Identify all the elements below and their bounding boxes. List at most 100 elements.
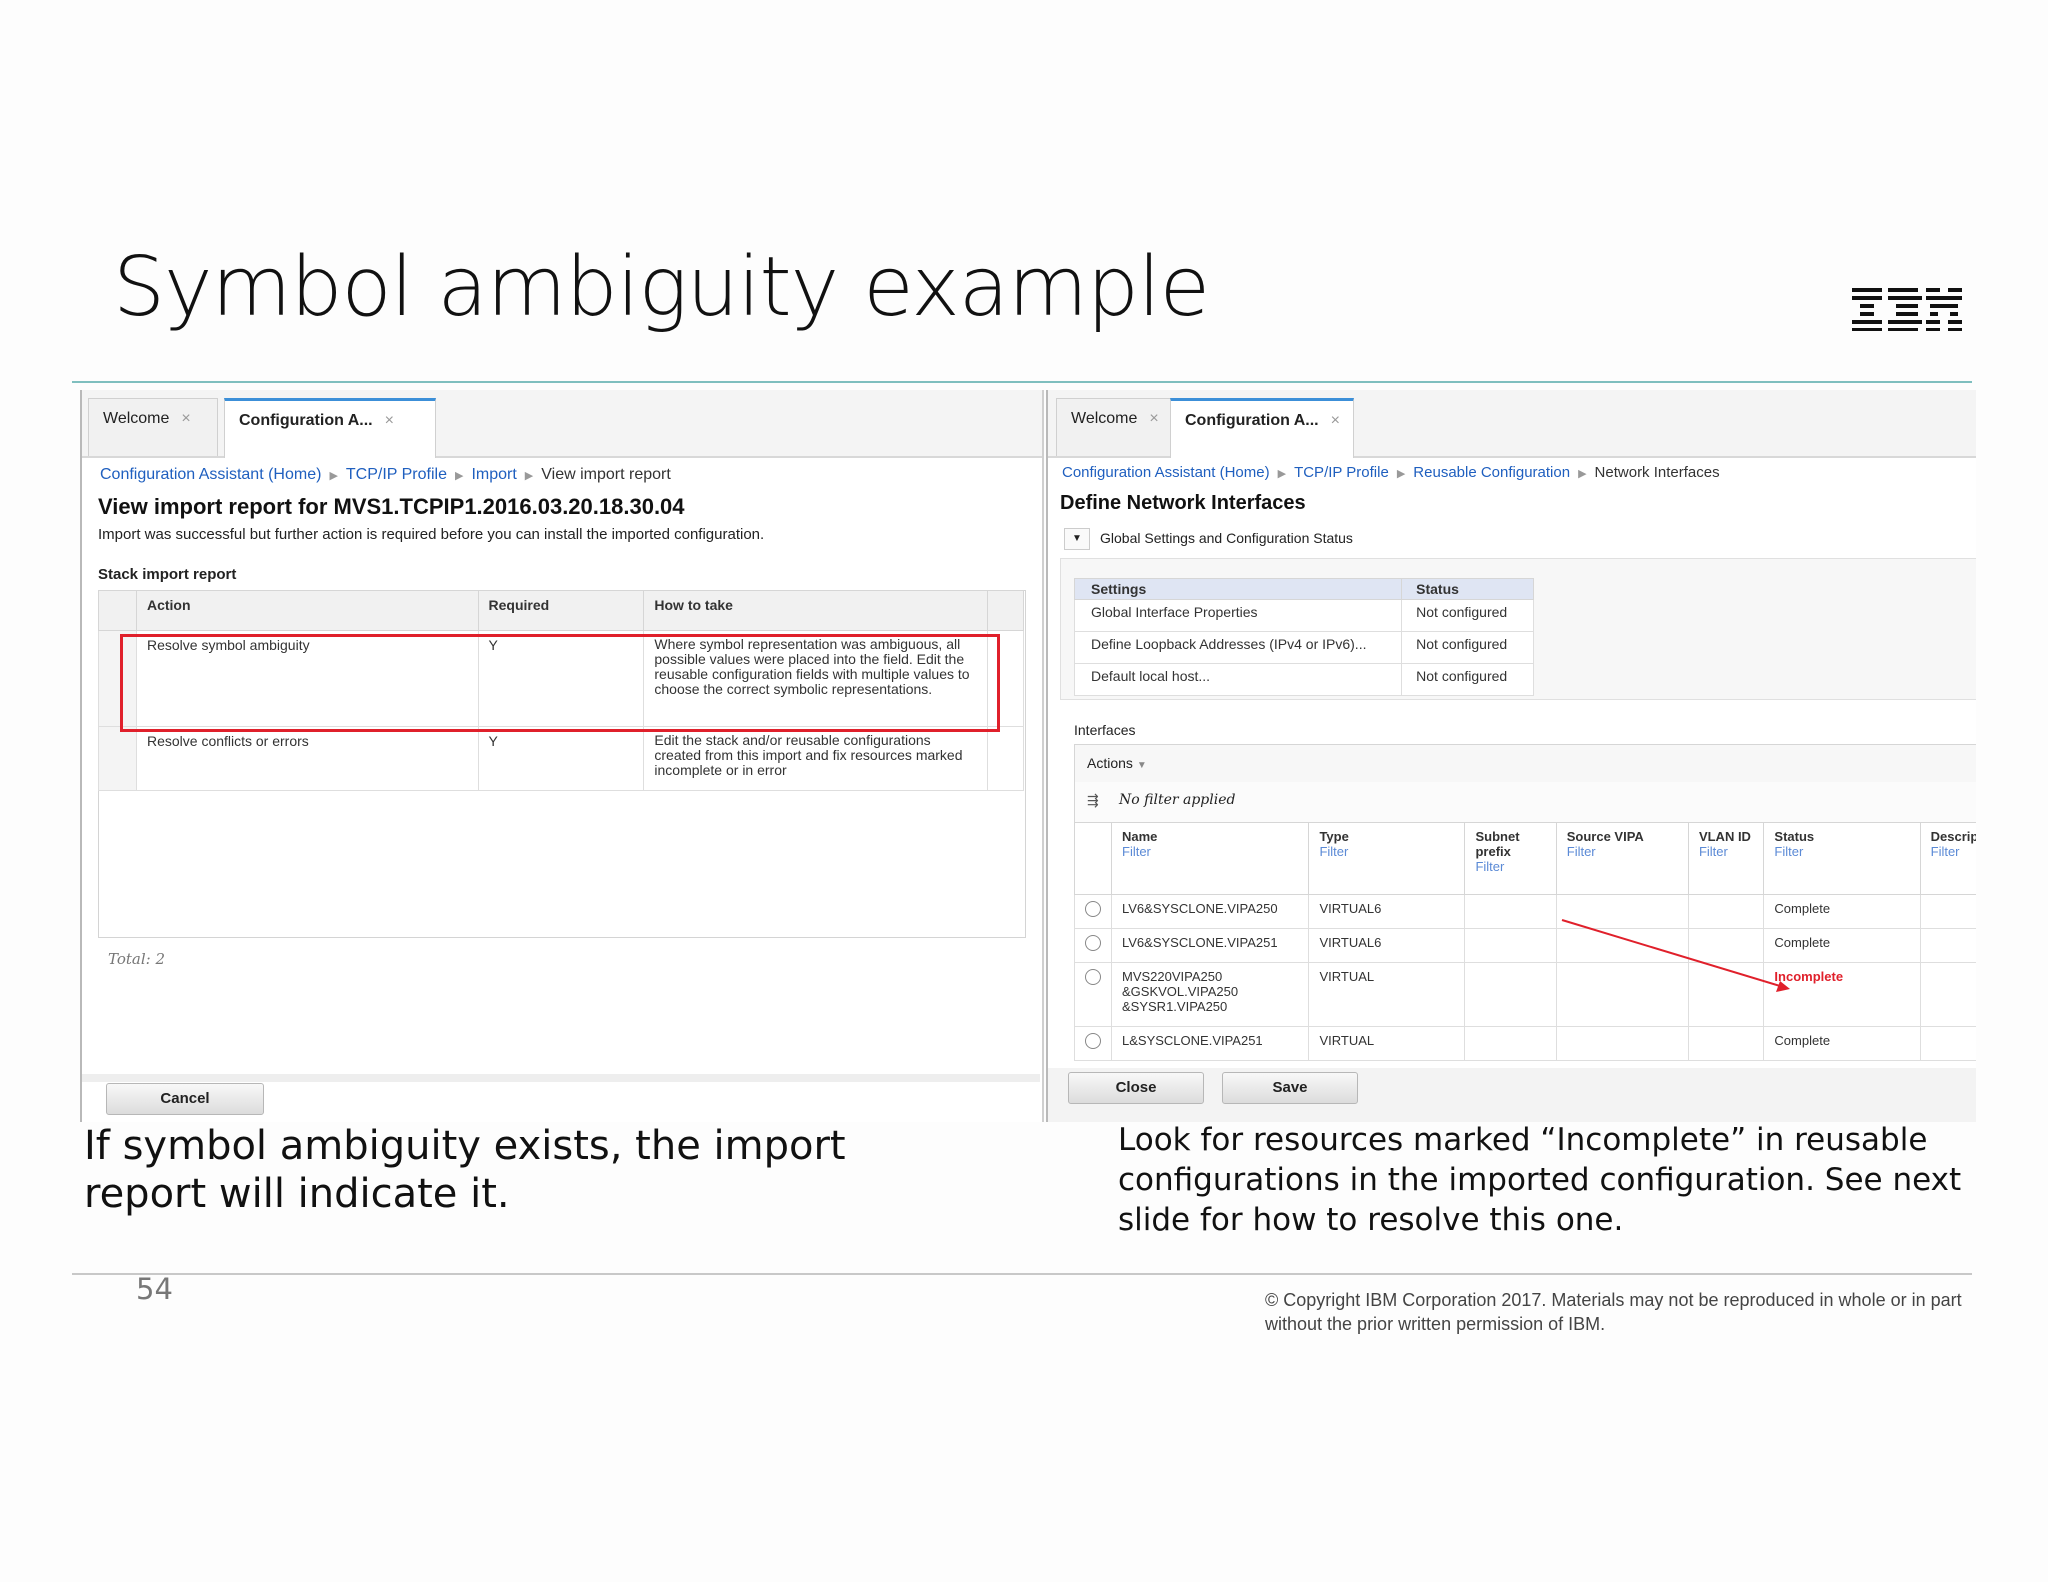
column-header-vlan-id[interactable]: VLAN ID Filter — [1687, 822, 1765, 895]
filter-icon[interactable]: ⇶ — [1087, 792, 1099, 809]
collapse-toggle-icon[interactable]: ▼ — [1064, 528, 1090, 550]
action-cell: Resolve conflicts or errors — [135, 726, 479, 791]
page-heading: View import report for MVS1.TCPIP1.2016.… — [98, 494, 685, 519]
breadcrumb-import-link[interactable]: Import — [471, 466, 516, 483]
column-header-status[interactable]: Status Filter — [1763, 822, 1921, 895]
row-radio[interactable] — [1085, 1033, 1101, 1049]
interface-type: VIRTUAL6 — [1308, 928, 1466, 963]
red-arrow-annotation — [1561, 919, 1790, 992]
description-cell — [1919, 894, 1976, 929]
how-cell: Edit the stack and/or reusable configura… — [643, 726, 989, 791]
filter-bar: ⇶ No filter applied — [1074, 782, 1976, 823]
filter-link[interactable]: Filter — [1699, 844, 1753, 859]
define-loopback-addresses-link[interactable]: Define Loopback Addresses (IPv4 or IPv6)… — [1073, 631, 1403, 664]
table-row: Define Loopback Addresses (IPv4 or IPv6)… — [1073, 631, 1534, 664]
column-header-required[interactable]: Required — [477, 590, 645, 631]
description-cell — [1919, 928, 1976, 963]
column-header-how[interactable]: How to take — [643, 590, 989, 631]
total-count: Total: 2 — [108, 950, 166, 968]
column-header-subnet-prefix[interactable]: Subnet prefix Filter — [1464, 822, 1557, 895]
default-local-host-link[interactable]: Default local host... — [1073, 663, 1403, 696]
filter-link[interactable]: Filter — [1475, 859, 1545, 874]
interface-type: VIRTUAL — [1308, 1026, 1466, 1061]
row-radio-cell[interactable] — [1074, 928, 1112, 963]
row-radio[interactable] — [1085, 935, 1101, 951]
filter-link[interactable]: Filter — [1567, 844, 1678, 859]
close-button[interactable]: Close — [1068, 1072, 1204, 1104]
breadcrumb-home-link[interactable]: Configuration Assistant (Home) — [100, 466, 321, 483]
column-header-status: Status — [1401, 578, 1534, 600]
row-radio-cell[interactable] — [1074, 962, 1112, 1027]
filter-link[interactable]: Filter — [1319, 844, 1454, 859]
actions-menu[interactable]: Actions ▼ — [1087, 755, 1147, 771]
table-row[interactable]: MVS220VIPA250 &GSKVOL.VIPA250 &SYSR1.VIP… — [1074, 962, 1976, 1027]
row-radio-cell[interactable] — [1074, 894, 1112, 929]
interface-name-link[interactable]: MVS220VIPA250 &GSKVOL.VIPA250 &SYSR1.VIP… — [1110, 962, 1310, 1027]
table-row[interactable]: L&SYSCLONE.VIPA251 VIRTUAL Complete — [1074, 1026, 1976, 1061]
interface-name-link[interactable]: LV6&SYSCLONE.VIPA250 — [1110, 894, 1310, 929]
tab-configuration-assistant[interactable]: Configuration A... × — [224, 398, 436, 458]
actions-label: Actions — [1087, 755, 1133, 771]
filter-link[interactable]: Filter — [1931, 844, 1976, 859]
column-title: VLAN ID — [1698, 829, 1751, 844]
save-button[interactable]: Save — [1222, 1072, 1358, 1104]
table-row[interactable]: LV6&SYSCLONE.VIPA250 VIRTUAL6 Complete — [1074, 894, 1976, 929]
column-header-source-vipa[interactable]: Source VIPA Filter — [1555, 822, 1689, 895]
close-icon[interactable]: × — [181, 410, 190, 427]
slide-title: Symbol ambiguity example — [113, 240, 1210, 335]
row-radio-cell[interactable] — [1074, 1026, 1112, 1061]
description-cell — [1919, 962, 1976, 1027]
breadcrumb-reusable-link[interactable]: Reusable Configuration — [1413, 464, 1570, 481]
breadcrumb-tcpip-link[interactable]: TCP/IP Profile — [346, 466, 447, 483]
table-row[interactable]: LV6&SYSCLONE.VIPA251 VIRTUAL6 Complete — [1074, 928, 1976, 963]
row-radio[interactable] — [1085, 901, 1101, 917]
chevron-right-icon: ▶ — [1277, 468, 1287, 480]
column-header-settings: Settings — [1073, 578, 1403, 600]
tab-configuration-assistant[interactable]: Configuration A... × — [1170, 398, 1354, 458]
breadcrumb-home-link[interactable]: Configuration Assistant (Home) — [1062, 464, 1270, 481]
breadcrumb: Configuration Assistant (Home) ▶ TCP/IP Pr… — [1062, 464, 1720, 481]
interface-name-link[interactable]: L&SYSCLONE.VIPA251 — [1110, 1026, 1310, 1061]
title-divider — [72, 381, 1972, 383]
settings-table: Settings Status Global Interface Propert… — [1073, 578, 1534, 696]
caption-left: If symbol ambiguity exists, the import r… — [84, 1123, 846, 1217]
table-row[interactable]: Resolve conflicts or errors Y Edit the s… — [98, 726, 1024, 791]
chevron-right-icon: ▶ — [454, 470, 464, 482]
breadcrumb-current: View import report — [541, 466, 671, 483]
column-header-spacer — [987, 590, 1024, 631]
column-header-type[interactable]: Type Filter — [1308, 822, 1466, 895]
setting-status: Not configured — [1401, 599, 1534, 632]
breadcrumb-tcpip-link[interactable]: TCP/IP Profile — [1294, 464, 1389, 481]
tab-welcome[interactable]: Welcome × — [1056, 398, 1172, 456]
page-heading: Define Network Interfaces — [1060, 492, 1306, 514]
close-icon[interactable]: × — [1331, 412, 1340, 429]
column-header-action[interactable]: Action — [135, 590, 479, 631]
tab-label: Configuration A... — [239, 412, 373, 429]
interfaces-table: Name Filter Type Filter Subnet prefix Filte… — [1074, 822, 1976, 1061]
close-icon[interactable]: × — [1149, 410, 1158, 427]
global-interface-properties-link[interactable]: Global Interface Properties — [1073, 599, 1403, 632]
close-icon[interactable]: × — [385, 412, 394, 429]
source-vipa-cell — [1555, 1026, 1689, 1061]
interface-name-link[interactable]: LV6&SYSCLONE.VIPA251 — [1110, 928, 1310, 963]
row-radio[interactable] — [1085, 969, 1101, 985]
description-cell — [1919, 1026, 1976, 1061]
chevron-right-icon: ▶ — [524, 470, 534, 482]
column-header-description[interactable]: Descrip Filter — [1919, 822, 1976, 895]
section-title: Stack import report — [98, 566, 237, 583]
ibm-logo — [1852, 288, 1962, 331]
cancel-button[interactable]: Cancel — [106, 1083, 264, 1115]
section-toggle-label[interactable]: Global Settings and Configuration Status — [1100, 530, 1353, 546]
column-title: Type — [1319, 829, 1349, 844]
tab-welcome[interactable]: Welcome × — [88, 398, 218, 456]
filter-link[interactable]: Filter — [1122, 844, 1298, 859]
chevron-right-icon: ▶ — [1396, 468, 1406, 480]
tab-bar: Welcome × Configuration A... × — [1048, 390, 1976, 458]
column-header-select — [1074, 822, 1112, 895]
column-header-name[interactable]: Name Filter — [1110, 822, 1310, 895]
filter-link[interactable]: Filter — [1774, 844, 1909, 859]
row-select-cell[interactable] — [98, 726, 137, 791]
interface-type: VIRTUAL — [1308, 962, 1466, 1027]
setting-status: Not configured — [1401, 631, 1534, 664]
interface-type: VIRTUAL6 — [1308, 894, 1466, 929]
